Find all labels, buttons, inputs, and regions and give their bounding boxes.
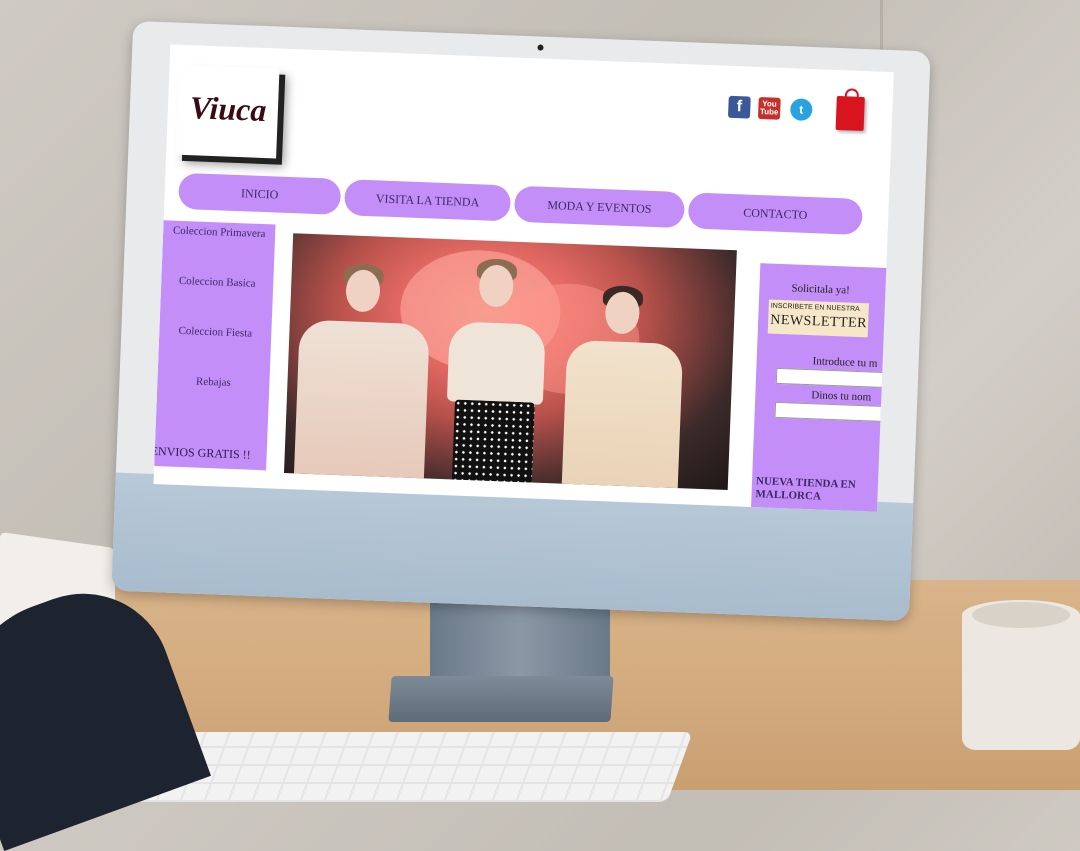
free-shipping-text: ENVIOS GRATIS !! xyxy=(153,443,251,462)
name-input[interactable] xyxy=(774,401,888,423)
newsletter-title: NEWSLETTER xyxy=(769,312,868,332)
hero-fashion-image xyxy=(283,233,737,491)
cup-rim xyxy=(972,602,1070,628)
new-store-text[interactable]: NUEVA TIENDA EN MALLORCA xyxy=(755,475,876,506)
left-sidebar: Coleccion Primavera Coleccion Basica Col… xyxy=(153,220,276,471)
camera-icon xyxy=(537,44,544,51)
sidebar-link-basica[interactable]: Coleccion Basica xyxy=(161,274,273,290)
facebook-icon[interactable]: f xyxy=(727,95,751,119)
logo-text: Viuca xyxy=(189,89,268,129)
newsletter-subtitle: INSCRIBETE EN NUESTRA xyxy=(770,302,860,313)
shopping-bag-icon[interactable] xyxy=(835,95,865,132)
monitor-stand-base xyxy=(388,676,614,722)
model-skirt xyxy=(451,399,535,491)
model-top xyxy=(446,321,546,405)
sidebar-link-rebajas[interactable]: Rebajas xyxy=(157,374,269,390)
nav-moda-y-eventos[interactable]: MODA Y EVENTOS xyxy=(513,185,686,229)
right-sidebar: Solicitala ya! INSCRIBETE EN NUESTRA NEW… xyxy=(750,263,891,512)
newsletter-banner[interactable]: INSCRIBETE EN NUESTRA NEWSLETTER xyxy=(767,299,869,338)
model-dress xyxy=(561,339,684,491)
website-screen: Viuca f You Tube t INICIO VISITA LA TIEN… xyxy=(153,44,894,512)
name-label: Dinos tu nom xyxy=(811,389,872,404)
cta-text: Solicitala ya! xyxy=(791,282,850,297)
email-input[interactable] xyxy=(775,367,889,389)
nav-contacto[interactable]: CONTACTO xyxy=(687,192,863,236)
nav-inicio[interactable]: INICIO xyxy=(178,172,342,215)
model-dress xyxy=(293,319,430,485)
youtube-icon[interactable]: You Tube xyxy=(757,96,781,120)
sidebar-link-primavera[interactable]: Coleccion Primavera xyxy=(163,224,275,241)
sidebar-link-fiesta[interactable]: Coleccion Fiesta xyxy=(159,324,271,340)
site-logo[interactable]: Viuca xyxy=(176,64,280,159)
model-head xyxy=(345,269,381,313)
twitter-icon[interactable]: t xyxy=(789,98,813,122)
nav-visita-la-tienda[interactable]: VISITA LA TIENDA xyxy=(343,179,512,222)
monitor: Viuca f You Tube t INICIO VISITA LA TIEN… xyxy=(111,20,931,622)
email-label: Introduce tu m xyxy=(812,355,878,370)
